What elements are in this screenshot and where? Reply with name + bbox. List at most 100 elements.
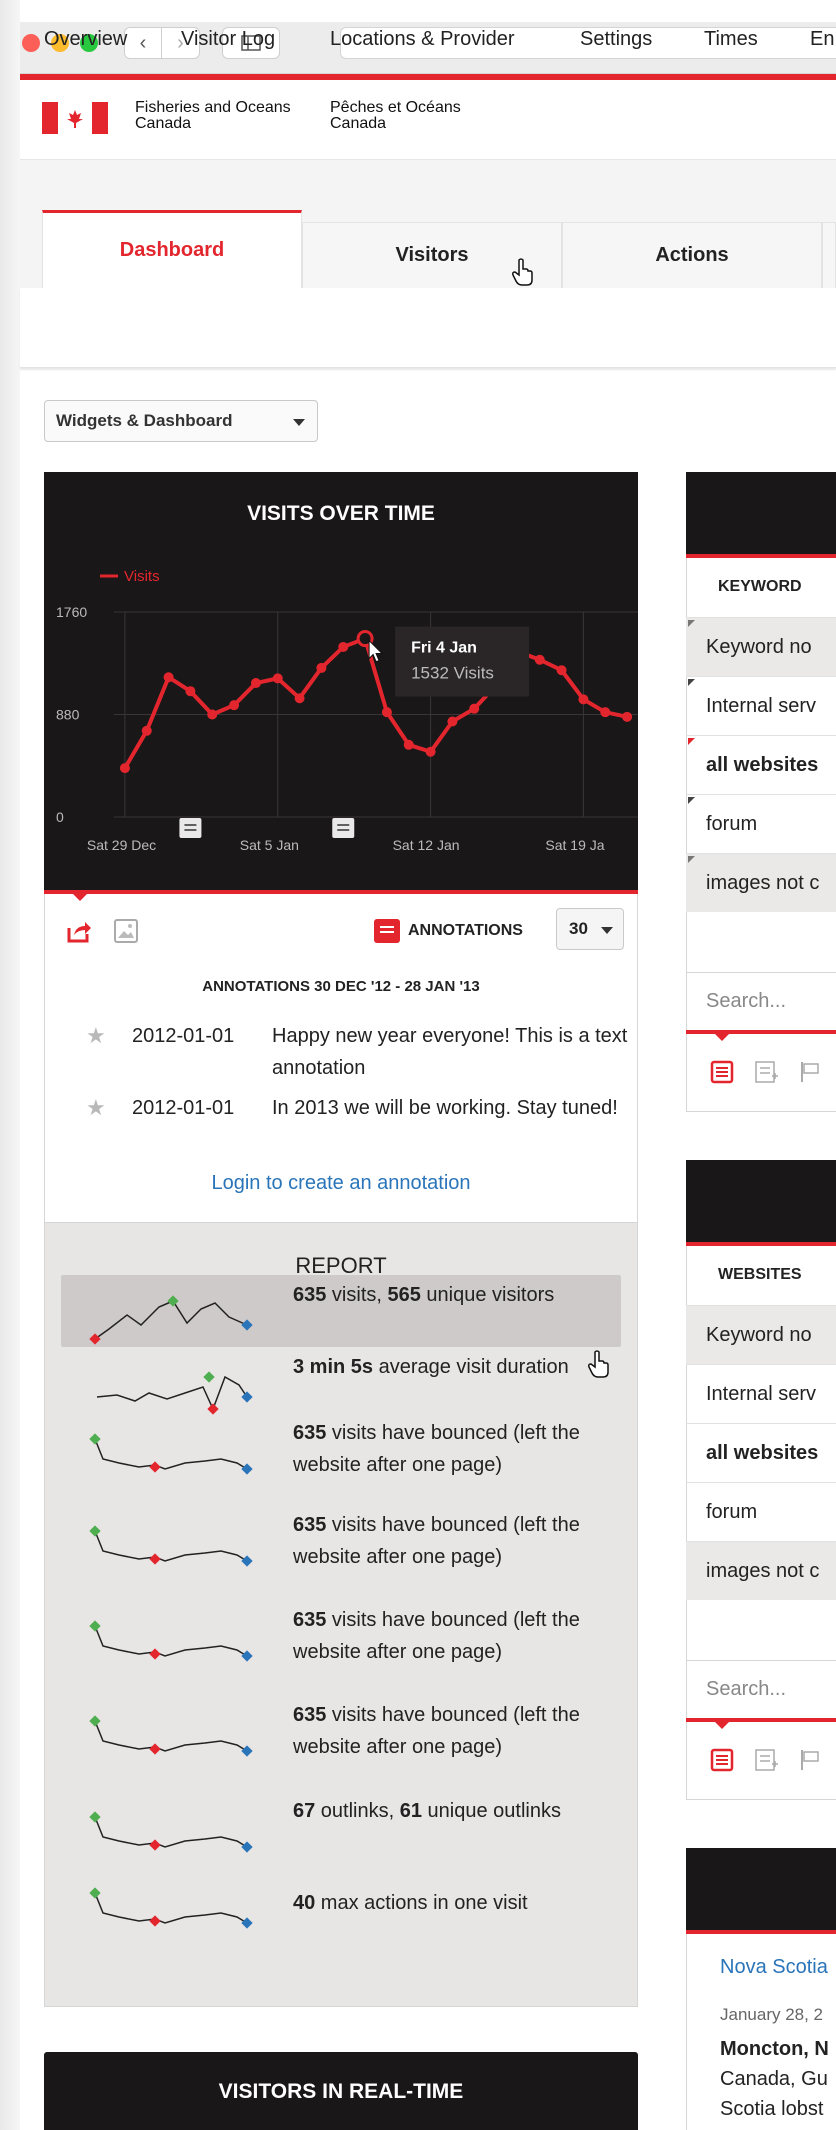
tab-actions[interactable]: Actions bbox=[562, 222, 822, 288]
keyword-row[interactable]: Internal serv bbox=[686, 676, 836, 735]
data-point[interactable] bbox=[185, 686, 196, 697]
share-icon[interactable] bbox=[66, 918, 92, 944]
hand-cursor-icon bbox=[588, 1350, 609, 1378]
keyword-row[interactable]: images not c bbox=[686, 853, 836, 912]
report-row[interactable]: 3 min 5s average visit duration bbox=[61, 1347, 621, 1419]
data-point[interactable] bbox=[229, 700, 240, 711]
annotation-marker-icon[interactable] bbox=[179, 818, 202, 838]
data-point[interactable] bbox=[447, 716, 458, 727]
sparkline-marker bbox=[203, 1371, 215, 1383]
tab-more[interactable] bbox=[822, 222, 836, 288]
annotations-button[interactable]: ANNOTATIONS bbox=[374, 916, 523, 946]
goals-view-icon[interactable] bbox=[798, 1060, 822, 1084]
data-point[interactable] bbox=[316, 662, 327, 673]
data-point[interactable] bbox=[250, 678, 261, 689]
report-row[interactable]: 635 visits have bounced (left the websit… bbox=[61, 1505, 621, 1577]
data-point[interactable] bbox=[534, 654, 545, 665]
goals-view-icon[interactable] bbox=[798, 1748, 822, 1772]
back-button[interactable]: ‹ bbox=[124, 27, 162, 59]
data-point[interactable] bbox=[469, 703, 480, 714]
report-row[interactable]: 40 max actions in one visit bbox=[61, 1867, 621, 1939]
news-headline-link[interactable]: Nova Scotia bbox=[720, 1956, 828, 1979]
report-metric-label: visits have bounced (left the website af… bbox=[293, 1704, 580, 1758]
website-row[interactable]: all websites bbox=[686, 1423, 836, 1482]
table-more-icon[interactable] bbox=[754, 1060, 778, 1084]
news-line: Canada, Gu bbox=[720, 2068, 828, 2090]
subnav-overview[interactable]: Overview bbox=[44, 28, 127, 51]
report-row[interactable]: 67 outlinks, 61 unique outlinks bbox=[61, 1791, 621, 1863]
sparkline-marker bbox=[149, 1553, 161, 1565]
legend-label: Visits bbox=[124, 568, 160, 585]
close-window-button[interactable] bbox=[22, 34, 40, 52]
data-point[interactable] bbox=[141, 725, 152, 736]
tooltip-value: 1532 Visits bbox=[411, 664, 494, 683]
websites-widget-divider bbox=[686, 1242, 836, 1246]
sparkline-marker bbox=[149, 1915, 161, 1927]
sparkline-marker bbox=[89, 1525, 101, 1537]
website-row[interactable]: images not c bbox=[686, 1541, 836, 1600]
row-marker-icon bbox=[688, 856, 695, 863]
chart-tooltip bbox=[395, 626, 530, 697]
sparkline-marker bbox=[241, 1391, 253, 1403]
star-icon[interactable]: ★ bbox=[86, 1092, 106, 1124]
login-annotation-link[interactable]: Login to create an annotation bbox=[44, 1172, 638, 1195]
subnav-locations-provider[interactable]: Locations & Provider bbox=[330, 28, 515, 51]
sparkline-marker bbox=[149, 1461, 161, 1473]
website-row[interactable]: Internal serv bbox=[686, 1364, 836, 1423]
keyword-row[interactable]: Keyword no bbox=[686, 617, 836, 676]
subnav-visitor-log[interactable]: Visitor Log bbox=[181, 28, 275, 51]
annotation-marker-icon[interactable] bbox=[332, 818, 355, 838]
report-row[interactable]: 635 visits, 565 unique visitors bbox=[61, 1275, 621, 1347]
table-more-icon[interactable] bbox=[754, 1748, 778, 1772]
widgets-dashboard-dropdown[interactable]: Widgets & Dashboard bbox=[44, 400, 318, 442]
star-icon[interactable]: ★ bbox=[86, 1020, 106, 1052]
image-export-icon[interactable] bbox=[113, 918, 139, 944]
data-point[interactable] bbox=[163, 672, 174, 683]
data-point[interactable] bbox=[403, 739, 414, 750]
data-point[interactable] bbox=[556, 665, 567, 676]
subnav-engagement[interactable]: En bbox=[810, 28, 834, 51]
row-marker-icon bbox=[688, 738, 695, 745]
chart-notch bbox=[72, 893, 88, 901]
report-metric-label: visits, bbox=[326, 1284, 388, 1306]
table-view-icon[interactable] bbox=[710, 1748, 734, 1772]
chart-divider bbox=[44, 890, 638, 894]
data-point[interactable] bbox=[381, 707, 392, 718]
keywords-search-input[interactable]: Search... bbox=[686, 972, 836, 1030]
data-point[interactable] bbox=[622, 711, 633, 722]
report-metric-text: 67 outlinks, 61 unique outlinks bbox=[293, 1795, 613, 1827]
data-point[interactable] bbox=[578, 694, 589, 705]
search-notch bbox=[714, 1721, 730, 1729]
keyword-row[interactable]: all websites bbox=[686, 735, 836, 794]
annotation-text: In 2013 we will be working. Stay tuned! bbox=[272, 1097, 618, 1119]
data-point[interactable] bbox=[294, 693, 305, 704]
websites-search-input[interactable]: Search... bbox=[686, 1660, 836, 1718]
data-point[interactable] bbox=[272, 673, 283, 684]
report-row[interactable]: 635 visits have bounced (left the websit… bbox=[61, 1600, 621, 1672]
report-metric-value: 635 bbox=[293, 1422, 327, 1444]
search-underline bbox=[686, 1718, 836, 1722]
keyword-row[interactable]: forum bbox=[686, 794, 836, 853]
website-row[interactable]: forum bbox=[686, 1482, 836, 1541]
row-marker-icon bbox=[688, 620, 695, 627]
report-metric-text: 635 visits have bounced (left the websit… bbox=[293, 1699, 613, 1763]
data-point[interactable] bbox=[338, 641, 349, 652]
period-select[interactable]: 30 bbox=[556, 908, 624, 950]
sparkline-marker bbox=[241, 1841, 253, 1853]
annotations-button-label: ANNOTATIONS bbox=[408, 922, 523, 939]
y-tick-label: 1760 bbox=[56, 604, 87, 620]
report-row[interactable]: 635 visits have bounced (left the websit… bbox=[61, 1413, 621, 1485]
news-line: Scotia lobst bbox=[720, 2098, 824, 2120]
report-metric-label: visits have bounced (left the website af… bbox=[293, 1609, 580, 1663]
data-point[interactable] bbox=[207, 709, 218, 720]
subnav-times[interactable]: Times bbox=[704, 28, 758, 51]
data-point[interactable] bbox=[425, 746, 436, 757]
data-point[interactable] bbox=[600, 707, 611, 718]
subnav-settings[interactable]: Settings bbox=[580, 28, 652, 51]
visits-line-chart[interactable]: Visits 1760 880 0 Sat 29 Dec Sat 5 Jan Sat 1… bbox=[44, 540, 638, 860]
tab-dashboard[interactable]: Dashboard bbox=[42, 210, 302, 288]
report-row[interactable]: 635 visits have bounced (left the websit… bbox=[61, 1695, 621, 1767]
data-point[interactable] bbox=[119, 763, 130, 774]
table-view-icon[interactable] bbox=[710, 1060, 734, 1084]
website-row[interactable]: Keyword no bbox=[686, 1305, 836, 1364]
